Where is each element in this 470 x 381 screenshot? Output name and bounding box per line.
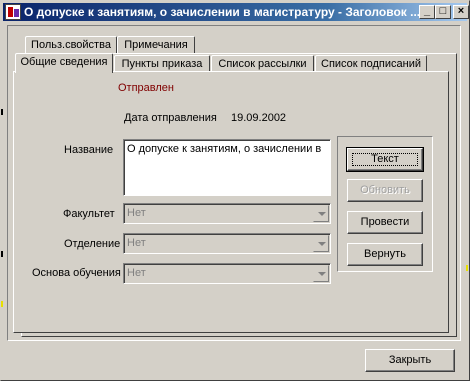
close-button[interactable]: Закрыть xyxy=(365,349,455,372)
tab-page-general: Отправлен Дата отправления 19.09.2002 На… xyxy=(13,71,449,333)
status-label: Отправлен xyxy=(118,82,174,94)
study-basis-select[interactable]: Нет xyxy=(123,263,331,284)
edge-artifact xyxy=(466,265,468,271)
maximize-button[interactable]: □ xyxy=(435,5,451,19)
faculty-label: Факультет xyxy=(63,208,115,220)
chevron-down-icon[interactable] xyxy=(313,235,329,252)
tab-user-properties[interactable]: Польз.свойства xyxy=(25,36,117,54)
study-basis-label: Основа обучения xyxy=(32,267,121,279)
faculty-select-value: Нет xyxy=(127,207,146,219)
minimize-button[interactable]: _ xyxy=(419,5,435,19)
chevron-down-icon[interactable] xyxy=(313,265,329,282)
study-basis-select-value: Нет xyxy=(127,267,146,279)
name-textarea[interactable]: О допуске к занятиям, о зачислении в xyxy=(123,139,331,196)
department-select[interactable]: Нет xyxy=(123,233,331,254)
window-title: О допуске к занятиям, о зачислении в маг… xyxy=(24,5,419,19)
tab-general-info[interactable]: Общие сведения xyxy=(15,53,113,73)
edge-artifact xyxy=(1,109,3,115)
faculty-select[interactable]: Нет xyxy=(123,203,331,224)
department-select-value: Нет xyxy=(127,237,146,249)
update-button[interactable]: Обновить xyxy=(347,179,423,202)
dialog-window: О допуске к занятиям, о зачислении в маг… xyxy=(0,0,470,381)
return-button[interactable]: Вернуть xyxy=(347,243,423,266)
close-window-button[interactable]: × xyxy=(453,5,469,19)
send-date-value: 19.09.2002 xyxy=(231,112,287,124)
send-date-label: Дата отправления xyxy=(124,112,217,124)
edge-artifact xyxy=(1,251,3,257)
tab-notes[interactable]: Примечания xyxy=(117,36,195,54)
department-label: Отделение xyxy=(64,238,121,250)
name-label: Название xyxy=(64,144,114,156)
edge-artifact xyxy=(1,301,3,307)
text-button[interactable]: Текст xyxy=(346,147,424,172)
chevron-down-icon[interactable] xyxy=(313,205,329,222)
process-button[interactable]: Провести xyxy=(347,211,423,234)
app-icon xyxy=(5,4,21,20)
title-bar[interactable]: О допуске к занятиям, о зачислении в маг… xyxy=(3,3,469,21)
focus-rect xyxy=(352,153,418,166)
